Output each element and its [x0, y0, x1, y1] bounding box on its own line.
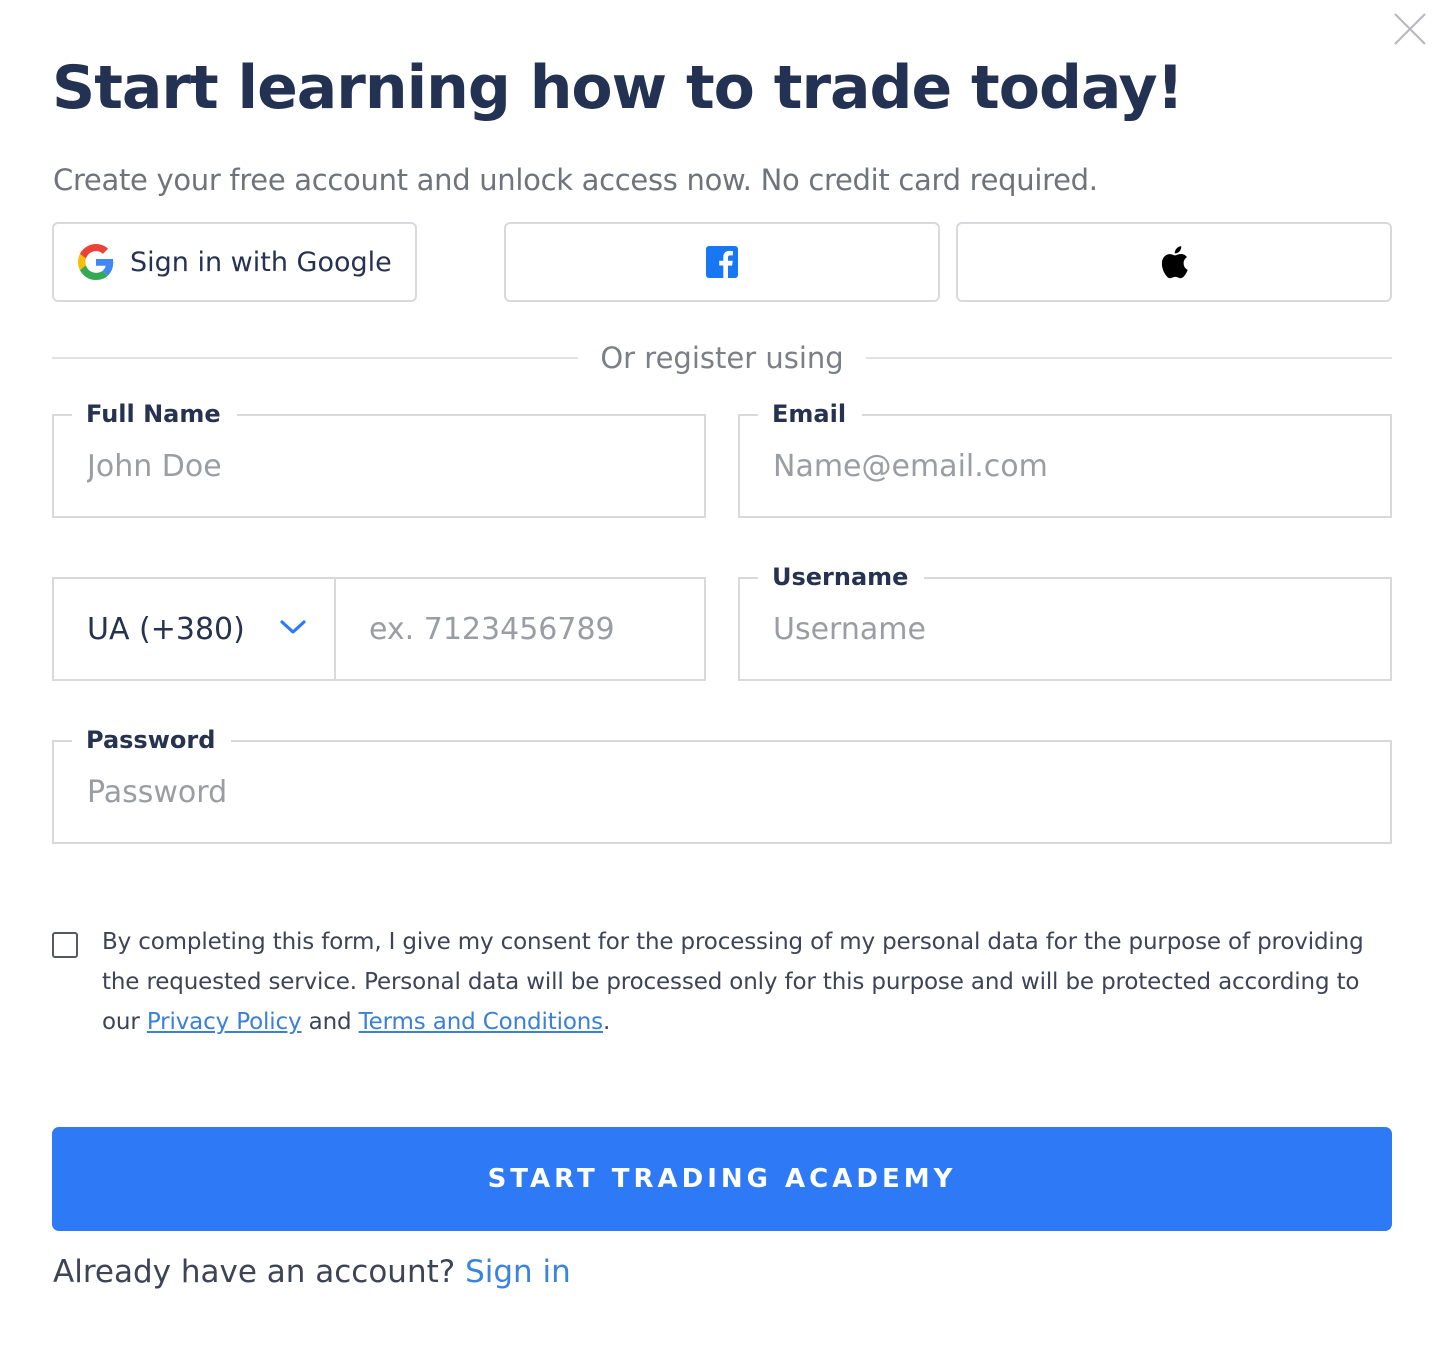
- email-input[interactable]: [773, 416, 1378, 516]
- page-title: Start learning how to trade today!: [52, 53, 1184, 123]
- username-field: Username: [738, 561, 1392, 681]
- google-icon: [78, 244, 114, 280]
- signin-row: Already have an account? Sign in: [53, 1250, 571, 1294]
- close-icon: [1394, 13, 1426, 45]
- full-name-field: Full Name: [52, 398, 706, 518]
- google-signin-button[interactable]: Sign in with Google: [52, 222, 417, 302]
- consent-row: By completing this form, I give my conse…: [52, 922, 1392, 1042]
- divider-line-right: [865, 357, 1393, 359]
- register-divider: Or register using: [52, 336, 1393, 380]
- country-code-value: UA (+380): [87, 611, 245, 647]
- apple-signin-button[interactable]: [956, 222, 1392, 302]
- page-subtitle: Create your free account and unlock acce…: [53, 163, 1098, 197]
- privacy-policy-link[interactable]: Privacy Policy: [147, 1009, 302, 1035]
- divider-line-left: [52, 357, 579, 359]
- google-signin-label: Sign in with Google: [130, 246, 392, 278]
- password-field: Password: [52, 724, 1392, 844]
- phone-field: UA (+380): [52, 577, 706, 681]
- divider-text: Or register using: [600, 341, 844, 375]
- username-input[interactable]: [773, 579, 1378, 679]
- signin-prompt: Already have an account?: [53, 1254, 466, 1290]
- facebook-signin-button[interactable]: [504, 222, 940, 302]
- country-code-select[interactable]: UA (+380): [54, 579, 336, 679]
- password-input[interactable]: [87, 742, 1378, 842]
- close-button[interactable]: [1390, 8, 1430, 48]
- phone-input[interactable]: [369, 579, 692, 679]
- email-field: Email: [738, 398, 1392, 518]
- apple-icon: [1161, 246, 1188, 279]
- consent-text-middle: and: [301, 1009, 359, 1035]
- facebook-icon: [706, 246, 738, 278]
- terms-link[interactable]: Terms and Conditions: [359, 1009, 604, 1035]
- consent-text-after: .: [603, 1009, 611, 1035]
- start-trading-button[interactable]: START TRADING ACADEMY: [52, 1127, 1392, 1231]
- signup-modal: Start learning how to trade today! Creat…: [0, 0, 1432, 1348]
- consent-checkbox[interactable]: [52, 932, 78, 958]
- signin-link[interactable]: Sign in: [465, 1254, 571, 1290]
- phone-input-wrapper: [336, 579, 704, 679]
- consent-text: By completing this form, I give my conse…: [102, 922, 1392, 1042]
- start-trading-label: START TRADING ACADEMY: [487, 1164, 957, 1194]
- chevron-down-icon: [280, 620, 306, 634]
- full-name-input[interactable]: [87, 416, 692, 516]
